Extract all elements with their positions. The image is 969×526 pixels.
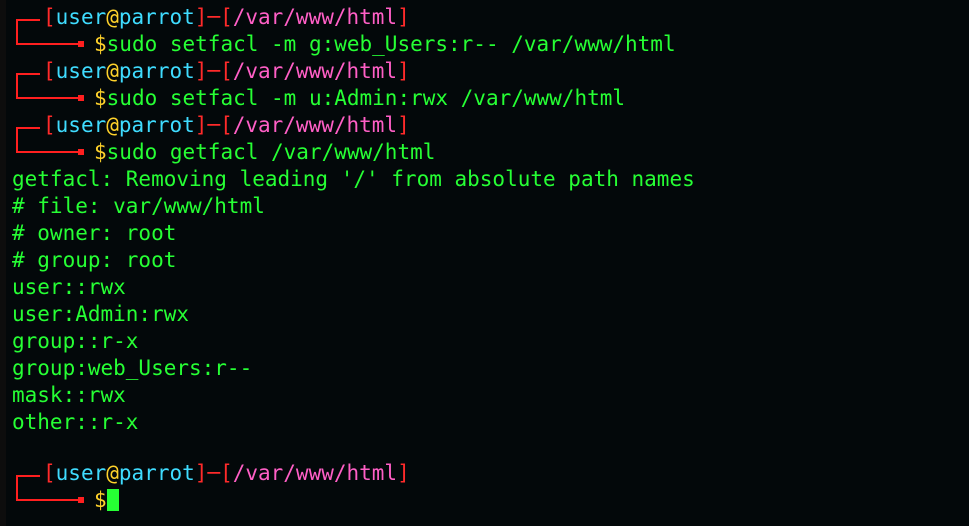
prompt-path: /var/www/html (232, 461, 398, 485)
output-line: # owner: root (12, 221, 177, 245)
prompt-at: @ (106, 59, 119, 83)
terminal-window[interactable]: [user@parrot]─[/var/www/html] $sudo setf… (0, 0, 969, 526)
active-command-line[interactable]: $ (0, 487, 969, 514)
command-line: $sudo getfacl /var/www/html (0, 139, 969, 166)
prompt-dollar: $ (94, 86, 107, 110)
prompt-host: parrot (118, 461, 195, 485)
prompt-header: [user@parrot]─[/var/www/html] (0, 58, 969, 87)
prompt-dollar: $ (94, 32, 107, 56)
prompt-user: user (55, 5, 107, 29)
prompt-path: /var/www/html (232, 113, 398, 137)
command-line: $sudo setfacl -m g:web_Users:r-- /var/ww… (0, 31, 969, 58)
output-line: mask::rwx (12, 383, 126, 407)
prompt-tail-icon (16, 85, 84, 101)
prompt-host: parrot (118, 59, 195, 83)
prompt-user: user (55, 113, 107, 137)
command-text: sudo setfacl -m g:web_Users:r-- /var/www… (106, 32, 676, 56)
prompt-dollar: $ (94, 140, 107, 164)
prompt-header: [user@parrot]─[/var/www/html] (0, 4, 969, 33)
prompt-path: /var/www/html (232, 5, 398, 29)
prompt-at: @ (106, 113, 119, 137)
prompt-at: @ (106, 5, 119, 29)
prompt-at: @ (106, 461, 119, 485)
command-text: sudo setfacl -m u:Admin:rwx /var/www/htm… (106, 86, 626, 110)
prompt-tail-icon (16, 139, 84, 155)
command-text: sudo getfacl /var/www/html (106, 140, 436, 164)
output-line: # group: root (12, 248, 177, 272)
prompt-user: user (55, 461, 107, 485)
prompt-host: parrot (118, 113, 195, 137)
prompt-host: parrot (118, 5, 195, 29)
command-line: $sudo setfacl -m u:Admin:rwx /var/www/ht… (0, 85, 969, 112)
output-line: other::r-x (12, 410, 139, 434)
prompt-dollar: $ (94, 488, 107, 512)
prompt-header: [user@parrot]─[/var/www/html] (0, 112, 969, 141)
prompt-tail-icon (16, 31, 84, 47)
output-line: group:web_Users:r-- (12, 356, 253, 380)
output-line: group::r-x (12, 329, 139, 353)
text-cursor[interactable] (106, 489, 119, 511)
prompt-tail-icon (16, 487, 84, 503)
prompt-user: user (55, 59, 107, 83)
prompt-path: /var/www/html (232, 59, 398, 83)
output-line: user::rwx (12, 275, 126, 299)
output-line: user:Admin:rwx (12, 302, 190, 326)
prompt-header: [user@parrot]─[/var/www/html] (0, 460, 969, 489)
output-line: getfacl: Removing leading '/' from absol… (12, 167, 695, 191)
output-line: # file: var/www/html (12, 194, 265, 218)
